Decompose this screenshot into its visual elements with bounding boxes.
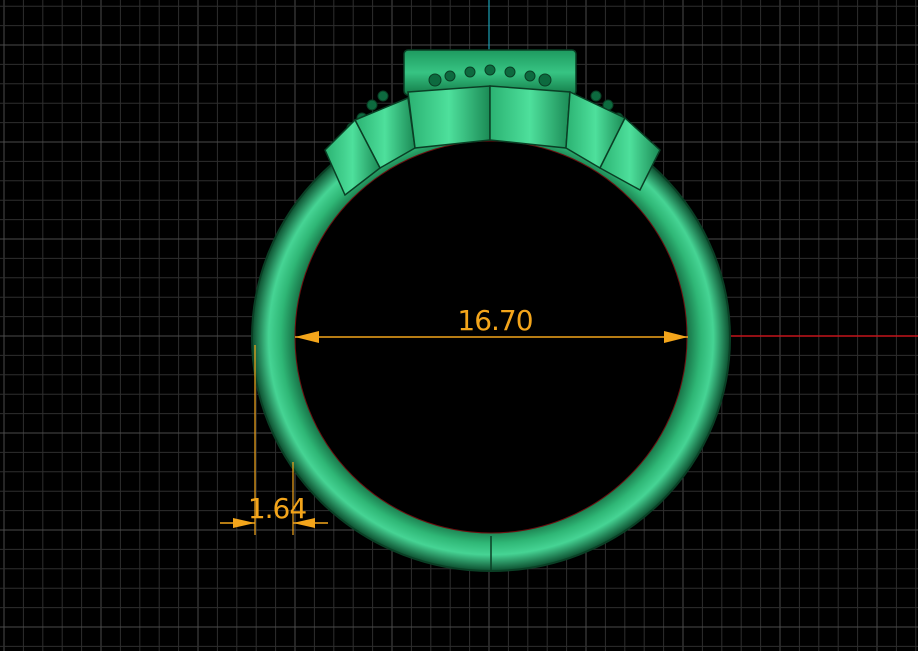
- diameter-label: 16.70: [457, 304, 532, 337]
- cad-viewport[interactable]: 16.70 1.64: [0, 0, 918, 651]
- thickness-label: 1.64: [248, 492, 307, 525]
